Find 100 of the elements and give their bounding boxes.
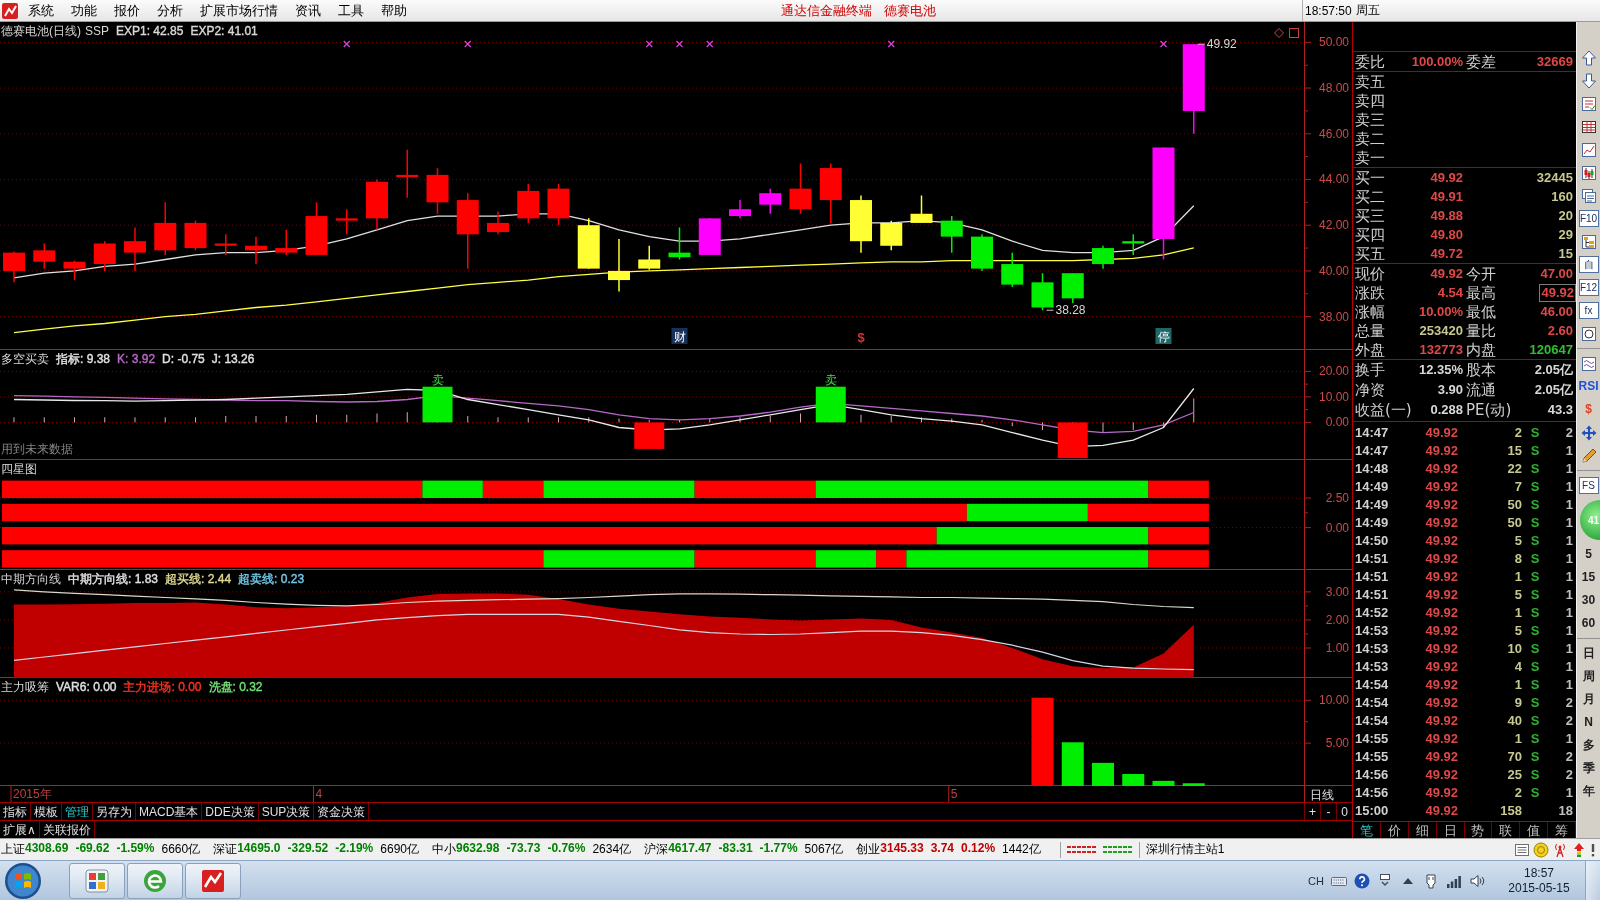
taskbar-button[interactable] [127, 862, 183, 899]
tree-icon[interactable] [1580, 233, 1597, 250]
trade-volume: 8 [1514, 550, 1522, 566]
toolbar-button[interactable]: 30 [1577, 589, 1600, 612]
taskbar-button[interactable] [69, 862, 125, 899]
trade-volume: 1 [1514, 676, 1522, 692]
index-name: 深证 [213, 841, 238, 858]
panel-title: 主力吸筹 [1, 680, 49, 695]
trade-count: 1 [1565, 568, 1573, 584]
axis-label: 2.50 [1325, 491, 1349, 505]
toolbar-button[interactable]: 日 [1577, 642, 1600, 665]
trade-count: 1 [1565, 658, 1573, 674]
table-icon[interactable] [1580, 118, 1597, 135]
clock-time[interactable]: 18:57 [1524, 865, 1554, 881]
toolbar-button[interactable]: 多 [1577, 734, 1600, 757]
trade-time: 14:54 [1355, 676, 1389, 692]
toolbar-button[interactable]: N [1577, 711, 1600, 734]
panel-title: 四星图 [1, 462, 37, 477]
quote-label: 换手 [1355, 361, 1385, 379]
index-percent: -1.59% [116, 841, 155, 857]
down-arrow-icon[interactable] [1580, 72, 1597, 89]
toolbar-button[interactable]: 年 [1577, 780, 1600, 803]
pencil-icon[interactable] [1580, 447, 1597, 464]
trade-side: S [1530, 550, 1540, 566]
exclamation-icon[interactable] [1590, 841, 1596, 858]
trade-count: 2 [1565, 712, 1573, 728]
toolbar-button[interactable]: 季 [1577, 757, 1600, 780]
up-arrow-icon[interactable] [1580, 49, 1597, 66]
axis-label: 2.00 [1325, 612, 1349, 627]
language-indicator[interactable]: CH [1308, 874, 1324, 887]
toolbar-button[interactable]: F10 [1578, 210, 1599, 227]
signal-label: 卖 [824, 372, 837, 387]
square-icon[interactable] [1289, 28, 1299, 38]
toolbar-button[interactable]: 周 [1577, 665, 1600, 688]
window-switch-icon[interactable] [1377, 872, 1393, 889]
menu-item[interactable]: 资讯 [286, 0, 329, 21]
trade-count: 2 [1565, 694, 1573, 710]
toolbar-button[interactable]: 5 [1577, 543, 1600, 566]
toolbar-button[interactable]: 15 [1577, 566, 1600, 589]
start-orb-icon[interactable] [4, 861, 42, 900]
index-amount: 6660亿 [161, 841, 201, 858]
index-value: 14695.0 [237, 841, 281, 857]
info-tag[interactable]: $ [857, 330, 865, 345]
power-plug-icon[interactable] [1423, 872, 1439, 889]
chart-tab[interactable]: MACD基本 [136, 803, 203, 820]
speaker-icon[interactable] [1469, 872, 1485, 889]
app-logo-icon[interactable] [2, 2, 18, 19]
toolbar-button[interactable]: 自 [1578, 256, 1599, 273]
index-change: 3.74 [930, 841, 955, 857]
checklist-icon[interactable] [1580, 95, 1597, 112]
price-label: 49.92 [1206, 37, 1237, 52]
trade-volume: 158 [1500, 802, 1522, 818]
quote-label: 最低 [1465, 302, 1496, 321]
toolbar-button[interactable]: FS [1578, 477, 1599, 494]
quote-value: 47.00 [1540, 265, 1573, 282]
menu-item[interactable]: 工具 [329, 0, 372, 21]
help-icon[interactable] [1354, 872, 1370, 889]
traffic-arrow-icon[interactable] [1571, 841, 1587, 858]
menu-item[interactable]: 扩展市场行情 [191, 0, 286, 21]
menu-item[interactable]: 功能 [62, 0, 105, 21]
quote-label: PE(动) [1465, 401, 1512, 419]
move-icon[interactable] [1580, 424, 1597, 441]
coin-icon[interactable] [1533, 841, 1549, 858]
trade-volume: 9 [1514, 694, 1522, 710]
toolbar-button[interactable]: fx [1578, 302, 1599, 319]
axis-label: 10.00 [1318, 693, 1349, 708]
menu-item[interactable]: 分析 [148, 0, 191, 21]
toolbar-button[interactable]: 60 [1577, 612, 1600, 635]
period-label[interactable]: 日线 [1310, 788, 1334, 802]
quote-label: 涨幅 [1355, 302, 1385, 321]
trade-count: 1 [1565, 676, 1573, 692]
menu-item[interactable]: 系统 [19, 0, 62, 21]
menu-item[interactable]: 帮助 [372, 0, 415, 21]
toolbar-button[interactable]: RSI [1577, 375, 1600, 398]
trade-count: 1 [1565, 532, 1573, 548]
chart-tab[interactable]: 管理 [62, 803, 93, 820]
candlestick-chart-icon[interactable] [1580, 164, 1597, 181]
index-percent: -0.76% [547, 841, 586, 857]
clock-date[interactable]: 2015-05-15 [1508, 880, 1570, 896]
stacked-windows-icon[interactable] [1580, 187, 1597, 204]
legend-item: 指标: 9.38 [56, 352, 111, 367]
toolbar-button[interactable]: F12 [1578, 279, 1599, 296]
trade-time: 14:54 [1355, 694, 1389, 710]
quote-value: 2.05亿 [1534, 362, 1573, 378]
trade-side: S [1530, 676, 1540, 692]
trade-time: 14:51 [1355, 550, 1389, 566]
taskbar-button[interactable] [185, 862, 241, 899]
wave-icon[interactable] [1580, 355, 1597, 372]
quote-label: 最高 [1465, 283, 1496, 302]
toolbar-button[interactable]: 月 [1577, 688, 1600, 711]
line-chart-icon[interactable] [1580, 141, 1597, 158]
chart-tab[interactable]: 指标 [0, 803, 31, 820]
trade-price: 49.92 [1425, 550, 1458, 566]
menu-item[interactable]: 报价 [105, 0, 148, 21]
list-icon[interactable] [1514, 841, 1530, 858]
bid-label: 买一 [1355, 168, 1385, 187]
antenna-icon[interactable] [1552, 841, 1568, 858]
panel-tab[interactable]: 扩展∧ [0, 821, 40, 838]
chart-tab[interactable]: 资金决策 [314, 803, 370, 820]
chart-tab[interactable]: 模板 [31, 803, 62, 820]
